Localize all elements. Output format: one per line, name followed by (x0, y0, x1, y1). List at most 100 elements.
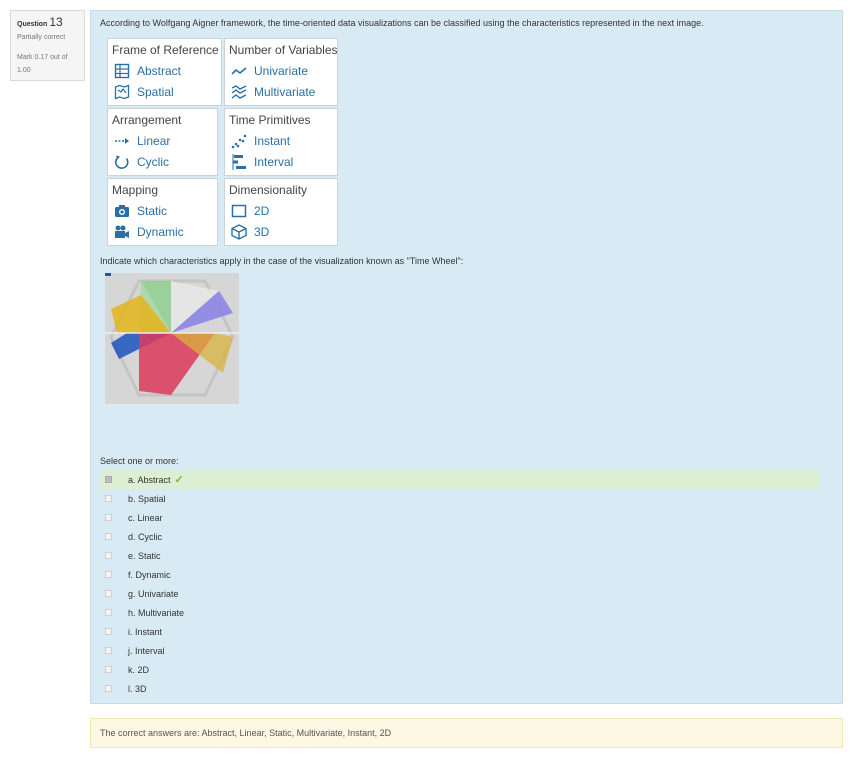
feedback-text: The correct answers are: Abstract, Linea… (100, 728, 392, 738)
question-number: Question 13 (17, 15, 78, 29)
video-camera-icon (114, 224, 130, 240)
answer-option[interactable]: d. Cyclic (100, 527, 819, 546)
category-arrangement: Arrangement Linear Cyclic (107, 108, 218, 176)
cycle-icon (114, 154, 130, 170)
category-mapping: Mapping Static Dynamic (107, 178, 218, 246)
answer-checkbox[interactable] (105, 533, 112, 540)
category-item: Dynamic (114, 224, 184, 240)
answer-label: d. Cyclic (128, 531, 163, 542)
right-answer-feedback: The correct answers are: Abstract, Linea… (90, 718, 843, 748)
item-label: Static (137, 204, 168, 218)
category-item: Cyclic (114, 154, 169, 170)
cube-icon (231, 224, 247, 240)
answer-option[interactable]: b. Spatial (100, 489, 819, 508)
answer-checkbox[interactable] (105, 590, 112, 597)
multiline-icon (231, 84, 247, 100)
answer-option[interactable]: f. Dynamic (100, 565, 819, 584)
answer-label: j. Interval (128, 645, 165, 656)
question-number-value: 13 (49, 15, 63, 29)
answer-checkbox[interactable] (105, 514, 112, 521)
item-label: Abstract (137, 64, 182, 78)
answer-label: l. 3D (128, 683, 147, 694)
item-label: 2D (254, 204, 270, 218)
bars-icon (231, 154, 247, 170)
category-item: Spatial (114, 84, 174, 100)
category-frame-of-reference: Frame of Reference Abstract Spatial (107, 38, 222, 106)
answer-label: a. Abstract (128, 474, 171, 485)
answer-checkbox[interactable] (105, 609, 112, 616)
question-text: According to Wolfgang Aigner framework, … (100, 18, 704, 28)
category-title: Arrangement (112, 113, 182, 127)
question-prompt: Indicate which characteristics apply in … (100, 256, 464, 266)
square-icon (231, 203, 247, 219)
grid-icon (114, 63, 130, 79)
question-formulation: According to Wolfgang Aigner framework, … (90, 10, 843, 704)
answer-checkbox[interactable] (105, 647, 112, 654)
category-title: Mapping (112, 183, 159, 197)
item-label: Instant (254, 134, 291, 148)
category-title: Frame of Reference (112, 43, 219, 57)
category-dimensionality: Dimensionality 2D 3D (224, 178, 338, 246)
answer-list: a. Abstract ✓ b. Spatial c. Linear d. Cy… (100, 470, 819, 698)
category-item: Univariate (231, 63, 308, 79)
map-icon (114, 84, 130, 100)
answer-checkbox[interactable] (105, 628, 112, 635)
item-label: Cyclic (137, 155, 169, 169)
item-label: Linear (137, 134, 171, 148)
category-item: Multivariate (231, 84, 315, 100)
question-info: Question 13 Partially correct Mark 0.17 o… (10, 10, 85, 81)
arrow-right-icon (114, 133, 130, 149)
answer-label: f. Dynamic (128, 569, 171, 580)
dots-icon (231, 133, 247, 149)
answer-label: b. Spatial (128, 493, 166, 504)
category-title: Dimensionality (229, 183, 308, 197)
category-item: Abstract (114, 63, 181, 79)
item-label: 3D (254, 225, 270, 239)
answer-checkbox[interactable] (105, 685, 112, 692)
category-item: Static (114, 203, 167, 219)
item-label: Univariate (254, 64, 309, 78)
answer-checkbox[interactable] (105, 571, 112, 578)
camera-icon (114, 203, 130, 219)
answer-option[interactable]: k. 2D (100, 660, 819, 679)
category-title: Time Primitives (229, 113, 311, 127)
item-label: Interval (254, 155, 294, 169)
answer-option[interactable]: h. Multivariate (100, 603, 819, 622)
item-label: Dynamic (137, 225, 184, 239)
question-state: Partially correct (17, 34, 66, 41)
select-instruction: Select one or more: (100, 456, 179, 466)
category-time-primitives: Time Primitives Instant Interval (224, 108, 338, 176)
answer-label: h. Multivariate (128, 607, 185, 618)
answer-label: e. Static (128, 550, 161, 561)
answer-option[interactable]: j. Interval (100, 641, 819, 660)
category-item: 3D (231, 224, 269, 240)
time-wheel-image (105, 273, 239, 404)
question-word: Question (17, 21, 48, 28)
answer-option[interactable]: a. Abstract ✓ (100, 470, 819, 489)
category-item: Interval (231, 154, 293, 170)
category-title: Number of Variables (229, 43, 338, 57)
answer-option[interactable]: l. 3D (100, 679, 819, 698)
item-label: Multivariate (254, 85, 316, 99)
category-item: Instant (231, 133, 290, 149)
answer-option[interactable]: e. Static (100, 546, 819, 565)
answer-label: i. Instant (128, 626, 163, 637)
answer-checkbox[interactable] (105, 476, 112, 483)
answer-label: c. Linear (128, 512, 163, 523)
answer-option[interactable]: i. Instant (100, 622, 819, 641)
category-item: 2D (231, 203, 269, 219)
category-item: Linear (114, 133, 170, 149)
answer-label: g. Univariate (128, 588, 179, 599)
answer-checkbox[interactable] (105, 495, 112, 502)
answer-option[interactable]: g. Univariate (100, 584, 819, 603)
answer-checkbox[interactable] (105, 666, 112, 673)
category-number-of-variables: Number of Variables Univariate Multivari… (224, 38, 338, 106)
question-grade: Mark 0.17 out of 1.00 (17, 54, 68, 74)
answer-checkbox[interactable] (105, 552, 112, 559)
answer-option[interactable]: c. Linear (100, 508, 819, 527)
item-label: Spatial (137, 85, 174, 99)
answer-label: k. 2D (128, 664, 150, 675)
line-icon (231, 63, 247, 79)
characteristics-figure: Frame of Reference Abstract Spatial Numb… (107, 38, 338, 246)
correct-check-icon: ✓ (174, 474, 184, 486)
